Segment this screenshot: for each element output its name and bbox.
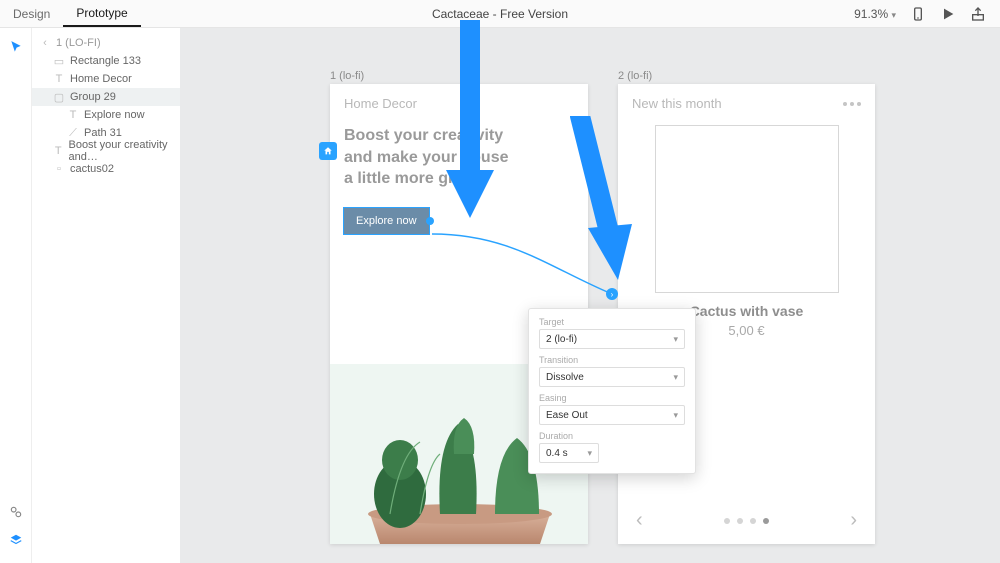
ab2-section-title: New this month bbox=[632, 96, 722, 111]
layers-icon[interactable] bbox=[7, 531, 25, 549]
text-icon: T bbox=[54, 145, 62, 157]
layer-group29[interactable]: ▢ Group 29 bbox=[32, 88, 180, 106]
popover-transition-select[interactable]: Dissolve▾ bbox=[539, 367, 685, 387]
device-preview-icon[interactable] bbox=[910, 6, 926, 22]
chevron-down-icon: ▾ bbox=[673, 372, 678, 383]
artboard1-label[interactable]: 1 (lo-fi) bbox=[330, 70, 364, 82]
prototype-link-handle[interactable] bbox=[426, 217, 434, 225]
popover-target-label: Target bbox=[539, 317, 685, 327]
layer-home-decor[interactable]: T Home Decor bbox=[32, 70, 180, 88]
product-image-placeholder bbox=[655, 125, 839, 293]
popover-transition-label: Transition bbox=[539, 355, 685, 365]
layers-back[interactable]: ‹ 1 (LO-FI) bbox=[32, 34, 180, 52]
share-icon[interactable] bbox=[970, 6, 986, 22]
tab-prototype[interactable]: Prototype bbox=[63, 0, 140, 27]
layer-explore-now[interactable]: T Explore now bbox=[32, 106, 180, 124]
tab-design[interactable]: Design bbox=[0, 0, 63, 27]
chevron-down-icon: ▾ bbox=[673, 334, 678, 345]
annotation-arrow-2 bbox=[570, 116, 640, 296]
image-icon: ▫ bbox=[54, 163, 64, 175]
chevron-left-icon: ‹ bbox=[40, 37, 50, 49]
popover-duration-select[interactable]: 0.4 s▾ bbox=[539, 443, 599, 463]
play-icon[interactable] bbox=[940, 6, 956, 22]
pager-dots[interactable] bbox=[724, 518, 769, 524]
select-tool[interactable] bbox=[7, 38, 25, 56]
popover-easing-label: Easing bbox=[539, 393, 685, 403]
pager: ‹ › bbox=[618, 509, 875, 532]
document-title: Cactaceae - Free Version bbox=[432, 7, 568, 21]
annotation-arrow-1 bbox=[440, 20, 500, 240]
pager-prev[interactable]: ‹ bbox=[636, 509, 643, 532]
tool-rail bbox=[0, 28, 32, 563]
layer-rectangle[interactable]: ▭ Rectangle 133 bbox=[32, 52, 180, 70]
popover-easing-select[interactable]: Ease Out▾ bbox=[539, 405, 685, 425]
zoom-level[interactable]: 91.3% ▾ bbox=[854, 7, 896, 21]
artboard2-label[interactable]: 2 (lo-fi) bbox=[618, 70, 652, 82]
popover-target-select[interactable]: 2 (lo-fi)▾ bbox=[539, 329, 685, 349]
rectangle-icon: ▭ bbox=[54, 55, 64, 68]
topbar: Design Prototype Cactaceae - Free Versio… bbox=[0, 0, 1000, 28]
path-icon: ⟋ bbox=[68, 127, 78, 140]
plugins-icon[interactable] bbox=[7, 503, 25, 521]
topbar-tabs: Design Prototype bbox=[0, 0, 141, 27]
pager-next[interactable]: › bbox=[850, 509, 857, 532]
layers-panel: ‹ 1 (LO-FI) ▭ Rectangle 133 T Home Decor… bbox=[32, 28, 180, 563]
canvas[interactable]: 1 (lo-fi) Home Decor Boost your creativi… bbox=[180, 28, 1000, 563]
home-artboard-badge[interactable] bbox=[319, 142, 337, 160]
text-icon: T bbox=[68, 109, 78, 121]
chevron-down-icon: ▾ bbox=[587, 448, 592, 459]
folder-icon: ▢ bbox=[54, 91, 64, 104]
text-icon: T bbox=[54, 73, 64, 85]
more-options-icon[interactable] bbox=[843, 102, 861, 106]
popover-duration-label: Duration bbox=[539, 431, 685, 441]
chevron-down-icon: ▾ bbox=[673, 410, 678, 421]
chevron-down-icon: ▾ bbox=[891, 10, 896, 20]
layer-boost-text[interactable]: T Boost your creativity and… bbox=[32, 142, 180, 160]
explore-now-button[interactable]: Explore now bbox=[344, 208, 429, 234]
interaction-popover: Target 2 (lo-fi)▾ Transition Dissolve▾ E… bbox=[528, 308, 696, 474]
layers-back-label: 1 (LO-FI) bbox=[56, 37, 101, 49]
